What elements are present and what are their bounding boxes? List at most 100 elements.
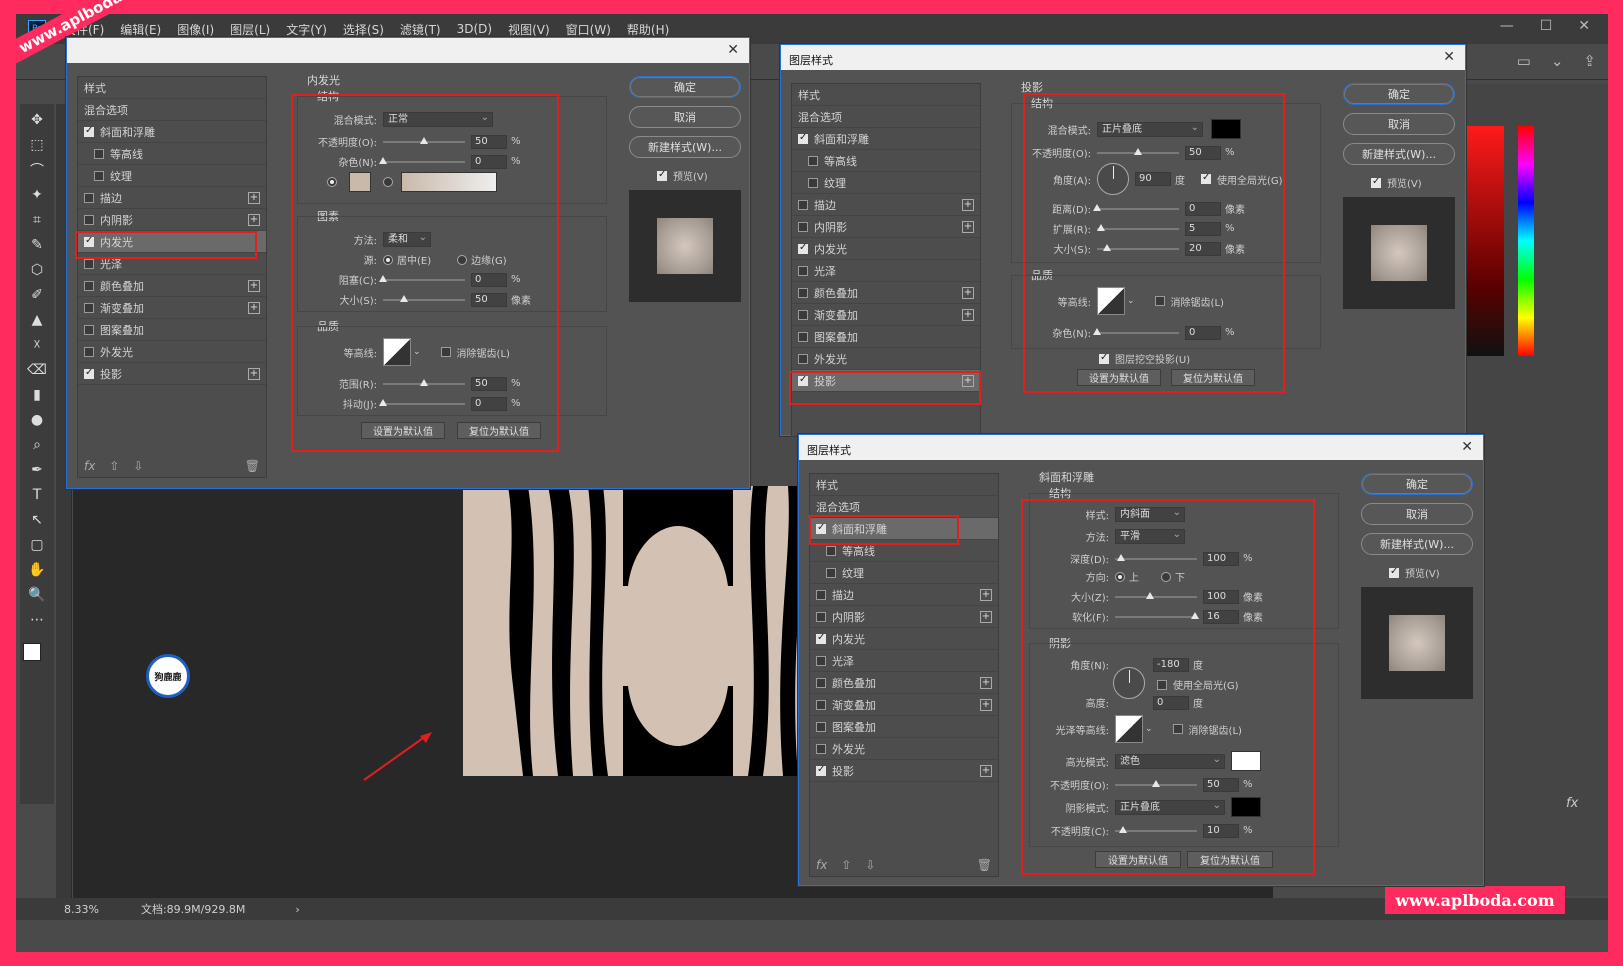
more-tools-icon[interactable]: ⋯: [24, 608, 50, 632]
pattern-overlay-checkbox[interactable]: [798, 331, 808, 342]
bevel-checkbox[interactable]: [84, 125, 94, 137]
gradient-tool-icon[interactable]: ▮: [24, 383, 50, 407]
menu-select[interactable]: 选择(S): [335, 21, 392, 38]
style-item-texture[interactable]: 纹理: [78, 165, 266, 187]
style-item-drop-shadow[interactable]: 投影+: [810, 760, 998, 782]
eraser-tool-icon[interactable]: ⌫: [24, 358, 50, 382]
style-item-inner-glow[interactable]: 内发光: [810, 628, 998, 650]
stamp-tool-icon[interactable]: ▲: [24, 308, 50, 332]
style-item-drop-shadow[interactable]: 投影+: [78, 363, 266, 385]
workspace-icon[interactable]: ▭: [1517, 52, 1531, 70]
add-color-overlay-icon[interactable]: +: [980, 676, 992, 689]
status-arrow-icon[interactable]: ›: [295, 903, 299, 916]
add-inner-shadow-icon[interactable]: +: [980, 610, 992, 623]
style-item-inner-glow[interactable]: 内发光: [792, 238, 980, 260]
foreground-color-swatch[interactable]: [23, 643, 41, 661]
style-item-color-overlay[interactable]: 颜色叠加 +: [792, 282, 980, 304]
menu-layer[interactable]: 图层(L): [222, 21, 278, 38]
minimize-button[interactable]: —: [1500, 18, 1514, 34]
trash-icon[interactable]: 🗑: [977, 858, 992, 872]
outer-glow-checkbox[interactable]: [816, 743, 826, 754]
add-stroke-icon[interactable]: +: [962, 198, 974, 211]
new-style-button[interactable]: 新建样式(W)...: [629, 136, 741, 158]
close-icon[interactable]: ✕: [1461, 439, 1473, 455]
close-window-button[interactable]: ✕: [1578, 18, 1590, 34]
preview-checkbox[interactable]: [1389, 566, 1399, 578]
maximize-button[interactable]: ☐: [1540, 18, 1553, 34]
inner-shadow-checkbox[interactable]: [798, 221, 808, 232]
close-icon[interactable]: ✕: [727, 42, 739, 58]
fx-icon[interactable]: fx: [816, 858, 827, 872]
contour-checkbox[interactable]: [94, 148, 104, 159]
style-item-satin[interactable]: 光泽: [792, 260, 980, 282]
hue-slider[interactable]: [1518, 126, 1534, 356]
marquee-tool-icon[interactable]: ⬚: [24, 133, 50, 157]
add-color-overlay-icon[interactable]: +: [248, 279, 260, 292]
menu-edit[interactable]: 编辑(E): [112, 21, 169, 38]
style-item-outer-glow[interactable]: 外发光: [810, 738, 998, 760]
style-item-inner-shadow[interactable]: 内阴影 +: [810, 606, 998, 628]
style-item-color-overlay[interactable]: 颜色叠加 +: [78, 275, 266, 297]
color-swatches[interactable]: [23, 643, 51, 671]
move-down-icon[interactable]: ⇩: [865, 858, 875, 872]
style-item-contour[interactable]: 等高线: [78, 143, 266, 165]
inner-shadow-checkbox[interactable]: [84, 214, 94, 225]
texture-checkbox[interactable]: [826, 567, 836, 578]
contour-checkbox[interactable]: [808, 155, 818, 166]
color-picker-field[interactable]: [1466, 126, 1504, 356]
menu-help[interactable]: 帮助(H): [619, 21, 677, 38]
style-item-texture[interactable]: 纹理: [810, 562, 998, 584]
fx-icon[interactable]: fx: [84, 459, 95, 473]
drop-shadow-checkbox[interactable]: [816, 764, 826, 776]
add-gradient-overlay-icon[interactable]: +: [962, 308, 974, 321]
cancel-button[interactable]: 取消: [1343, 113, 1455, 135]
add-inner-shadow-icon[interactable]: +: [248, 213, 260, 226]
history-brush-tool-icon[interactable]: ☓: [24, 333, 50, 357]
add-color-overlay-icon[interactable]: +: [962, 286, 974, 299]
preview-checkbox[interactable]: [1371, 176, 1381, 188]
style-item-stroke[interactable]: 描边 +: [810, 584, 998, 606]
stroke-checkbox[interactable]: [798, 199, 808, 210]
blur-tool-icon[interactable]: ●: [24, 408, 50, 432]
menu-3d[interactable]: 3D(D): [449, 22, 500, 36]
style-item-contour[interactable]: 等高线: [792, 150, 980, 172]
chevron-down-icon[interactable]: ⌄: [1551, 52, 1564, 70]
style-item-satin[interactable]: 光泽: [810, 650, 998, 672]
ok-button[interactable]: 确定: [1343, 83, 1455, 105]
menu-view[interactable]: 视图(V): [500, 21, 558, 38]
satin-checkbox[interactable]: [816, 655, 826, 666]
add-stroke-icon[interactable]: +: [248, 191, 260, 204]
outer-glow-checkbox[interactable]: [84, 346, 94, 357]
color-overlay-checkbox[interactable]: [84, 280, 94, 291]
style-item-bevel[interactable]: 斜面和浮雕: [792, 128, 980, 150]
texture-checkbox[interactable]: [94, 170, 104, 181]
eyedropper-tool-icon[interactable]: ✎: [24, 233, 50, 257]
style-item-bevel[interactable]: 斜面和浮雕: [78, 121, 266, 143]
stroke-checkbox[interactable]: [816, 589, 826, 600]
move-down-icon[interactable]: ⇩: [133, 459, 143, 473]
add-gradient-overlay-icon[interactable]: +: [980, 698, 992, 711]
style-item-pattern-overlay[interactable]: 图案叠加: [78, 319, 266, 341]
add-drop-shadow-icon[interactable]: +: [980, 764, 992, 777]
trash-icon[interactable]: 🗑: [245, 459, 260, 473]
dodge-tool-icon[interactable]: ⌕: [24, 433, 50, 457]
color-overlay-checkbox[interactable]: [798, 287, 808, 298]
shape-tool-icon[interactable]: ▢: [24, 533, 50, 557]
style-item-texture[interactable]: 纹理: [792, 172, 980, 194]
menu-image[interactable]: 图像(I): [169, 21, 222, 38]
inner-glow-checkbox[interactable]: [816, 632, 826, 644]
close-icon[interactable]: ✕: [1443, 49, 1455, 65]
pattern-overlay-checkbox[interactable]: [816, 721, 826, 732]
outer-glow-checkbox[interactable]: [798, 353, 808, 364]
satin-checkbox[interactable]: [84, 258, 94, 269]
zoom-tool-icon[interactable]: 🔍: [24, 583, 50, 607]
pen-tool-icon[interactable]: ✒: [24, 458, 50, 482]
move-up-icon[interactable]: ⇧: [841, 858, 851, 872]
inner-glow-checkbox[interactable]: [798, 242, 808, 254]
style-item-blending[interactable]: 混合选项: [78, 99, 266, 121]
style-item-gradient-overlay[interactable]: 渐变叠加 +: [810, 694, 998, 716]
menu-filter[interactable]: 滤镜(T): [392, 21, 449, 38]
share-icon[interactable]: ⇪: [1583, 52, 1596, 70]
add-inner-shadow-icon[interactable]: +: [962, 220, 974, 233]
color-overlay-checkbox[interactable]: [816, 677, 826, 688]
